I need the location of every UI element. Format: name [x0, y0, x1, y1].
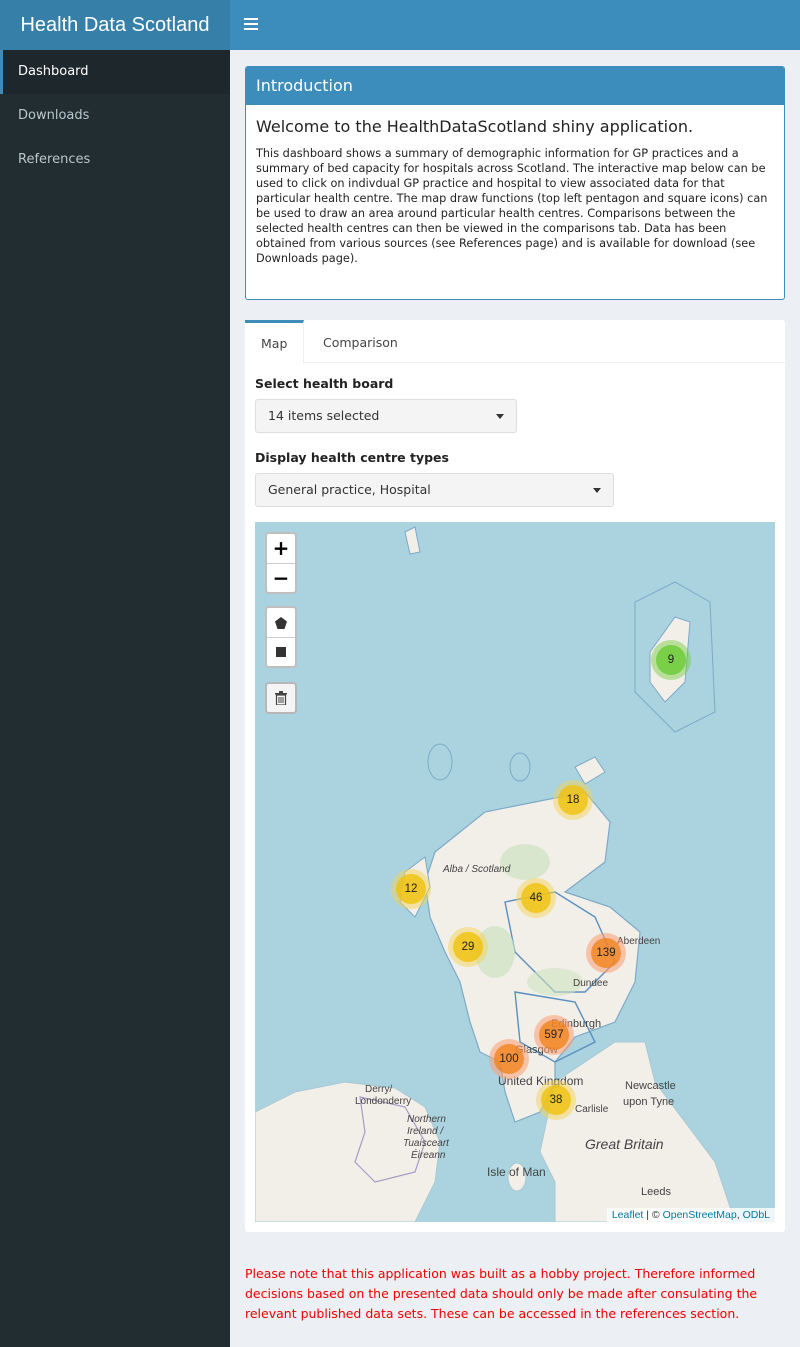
map-label-derry: Derry/: [365, 1084, 393, 1095]
draw-rectangle-button[interactable]: [267, 637, 295, 666]
map-label-eireann: Éireann: [411, 1150, 446, 1161]
tabs-box: Map Comparison Select health board 14 it…: [245, 320, 785, 1232]
map-cluster[interactable]: 29: [448, 927, 488, 967]
odbl-link[interactable]: ODbL: [743, 1209, 770, 1221]
map[interactable]: + − Alba / Scotland Aberdeen Dundee Edin…: [255, 522, 775, 1222]
app-logo[interactable]: Health Data Scotland: [0, 0, 230, 50]
intro-text: This dashboard shows a summary of demogr…: [256, 147, 768, 265]
pentagon-icon: [275, 616, 287, 629]
map-cluster[interactable]: 9: [651, 640, 691, 680]
map-cluster[interactable]: 46: [516, 878, 556, 918]
trash-icon: [275, 691, 287, 705]
menu-toggle-icon[interactable]: [244, 15, 258, 35]
map-cluster[interactable]: 100: [489, 1039, 529, 1079]
map-cluster[interactable]: 18: [553, 780, 593, 820]
chevron-down-icon: [593, 488, 601, 493]
intro-box: Introduction Welcome to the HealthDataSc…: [245, 66, 785, 300]
chevron-down-icon: [496, 414, 504, 419]
zoom-in-button[interactable]: +: [267, 534, 295, 563]
intro-header: Introduction: [246, 67, 784, 105]
zoom-out-button[interactable]: −: [267, 563, 295, 592]
map-cluster[interactable]: 12: [391, 869, 431, 909]
centre-types-select[interactable]: General practice, Hospital: [255, 473, 614, 507]
disclaimer-text: Please note that this application was bu…: [245, 1266, 758, 1321]
map-label-upon-tyne: upon Tyne: [623, 1096, 675, 1108]
delete-shapes-button[interactable]: [265, 682, 297, 714]
map-label-dundee: Dundee: [573, 978, 609, 989]
osm-link[interactable]: OpenStreetMap: [663, 1209, 737, 1221]
square-icon: [276, 647, 286, 657]
centre-types-label: Display health centre types: [255, 450, 449, 465]
sidebar-item-references[interactable]: References: [0, 138, 230, 182]
map-label-ireland: Ireland /: [407, 1126, 444, 1137]
map-label-carlisle: Carlisle: [575, 1104, 609, 1115]
tab-comparison[interactable]: Comparison: [307, 320, 414, 363]
health-board-label: Select health board: [255, 376, 394, 391]
map-label-northern: Northern: [407, 1114, 446, 1125]
map-label-scotland: Alba / Scotland: [443, 864, 511, 875]
sidebar-item-downloads[interactable]: Downloads: [0, 94, 230, 138]
map-cluster[interactable]: 139: [586, 933, 626, 973]
map-label-great-britain: Great Britain: [585, 1136, 664, 1152]
health-board-value: 14 items selected: [268, 408, 380, 423]
map-cluster[interactable]: 38: [536, 1080, 576, 1120]
draw-control: [265, 606, 297, 668]
map-label-newcastle: Newcastle: [625, 1080, 676, 1092]
tab-map[interactable]: Map: [245, 320, 305, 363]
map-label-leeds: Leeds: [641, 1186, 671, 1198]
centre-types-value: General practice, Hospital: [268, 482, 431, 497]
map-label-tuaisceart: Tuaisceart: [403, 1138, 449, 1149]
map-label-isle-of-man: Isle of Man: [487, 1165, 546, 1179]
draw-polygon-button[interactable]: [267, 608, 295, 637]
sidebar: Dashboard Downloads References: [0, 50, 230, 1347]
tabs-nav: Map Comparison: [245, 320, 785, 363]
sidebar-item-dashboard[interactable]: Dashboard: [0, 50, 230, 94]
leaflet-link[interactable]: Leaflet: [612, 1209, 644, 1221]
map-land-icon: [255, 526, 736, 1222]
top-navbar: [230, 0, 800, 50]
health-board-select[interactable]: 14 items selected: [255, 399, 517, 433]
map-label-londonderry: Londonderry: [355, 1096, 412, 1107]
map-cluster[interactable]: 597: [534, 1015, 574, 1055]
intro-title: Welcome to the HealthDataScotland shiny …: [256, 117, 694, 136]
map-attribution: Leaflet | © OpenStreetMap, ODbL: [606, 1208, 775, 1222]
zoom-control: + −: [265, 532, 297, 594]
